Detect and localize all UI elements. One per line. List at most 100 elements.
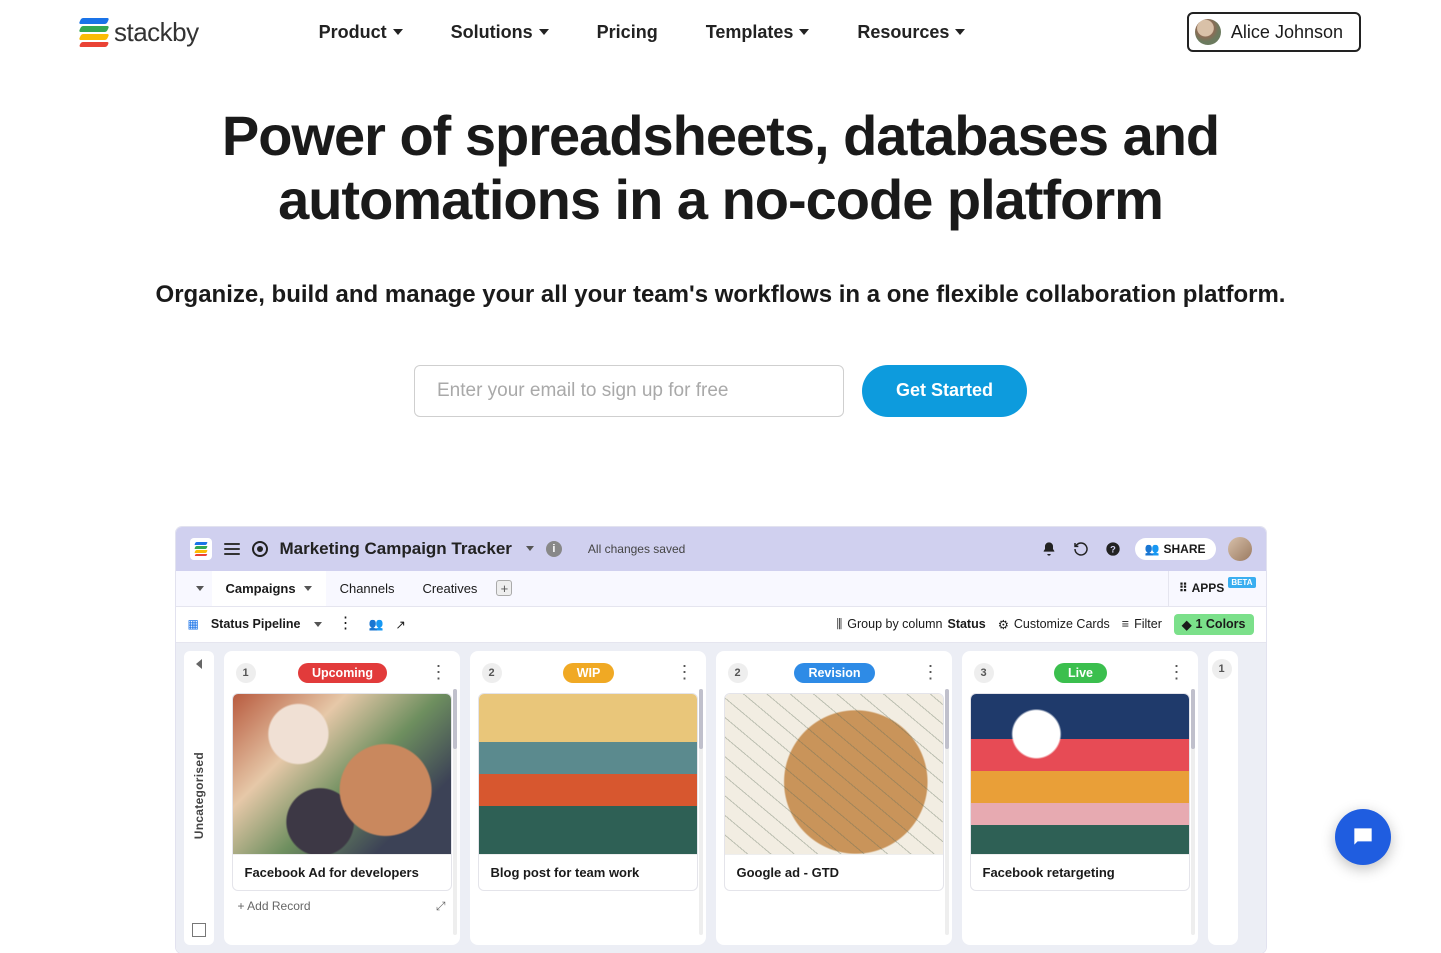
chevron-down-icon <box>955 29 965 35</box>
card-title: Facebook retargeting <box>971 854 1189 890</box>
add-tab-button[interactable]: + <box>491 571 517 606</box>
kanban-card[interactable]: Google ad - GTD <box>724 693 944 891</box>
more-icon[interactable]: ⋮ <box>1167 668 1185 677</box>
kanban-column: 2 WIP ⋮ Blog post for team work <box>470 651 706 945</box>
user-menu-button[interactable]: Alice Johnson <box>1187 12 1361 52</box>
expand-icon[interactable]: ⤢ <box>436 899 446 914</box>
nav-templates[interactable]: Templates <box>706 22 810 43</box>
colors-button[interactable]: ◆ 1 Colors <box>1174 614 1254 635</box>
kanban-card[interactable]: Blog post for team work <box>478 693 698 891</box>
add-record-button[interactable]: + Add Record <box>238 899 311 913</box>
svg-text:?: ? <box>1110 544 1116 554</box>
nav-product[interactable]: Product <box>319 22 403 43</box>
help-icon[interactable]: ? <box>1103 539 1123 559</box>
kanban-card[interactable]: Facebook retargeting <box>970 693 1190 891</box>
save-status: All changes saved <box>588 542 685 556</box>
share-view-icon[interactable]: ↗ <box>395 617 405 632</box>
sheet-tabs: CampaignsChannelsCreatives + ⠿ APPS BETA <box>176 571 1266 607</box>
hero: Power of spreadsheets, databases and aut… <box>0 64 1441 457</box>
share-label: SHARE <box>1163 542 1205 556</box>
collaborators-icon[interactable]: 👥 <box>368 617 383 631</box>
people-icon: 👥 <box>1145 542 1160 556</box>
app-preview: Marketing Campaign Tracker i All changes… <box>176 527 1266 953</box>
nav-pricing[interactable]: Pricing <box>597 22 658 43</box>
chevron-down-icon <box>539 29 549 35</box>
kanban-card[interactable]: Facebook Ad for developers <box>232 693 452 891</box>
kanban-column: 1Upcoming⋮Facebook Ad for developers+ Ad… <box>224 651 460 945</box>
brand-name: stackby <box>114 17 199 48</box>
view-toolbar: ▦ Status Pipeline ⋮ 👥 ↗ ⫼ Group by colum… <box>176 607 1266 643</box>
groupby-col: Status <box>947 617 985 631</box>
user-name: Alice Johnson <box>1231 22 1343 43</box>
kanban-column[interactable]: 1 <box>1208 651 1238 945</box>
share-button[interactable]: 👥 SHARE <box>1135 538 1216 560</box>
fullscreen-icon[interactable] <box>192 923 206 937</box>
nav-resources[interactable]: Resources <box>857 22 965 43</box>
get-started-button[interactable]: Get Started <box>862 365 1027 417</box>
nav-solutions[interactable]: Solutions <box>451 22 549 43</box>
filter-icon: ≡ <box>1122 617 1129 631</box>
tab-campaigns[interactable]: Campaigns <box>212 571 326 606</box>
hero-title: Power of spreadsheets, databases and aut… <box>171 104 1271 233</box>
menu-icon[interactable] <box>224 543 240 555</box>
bell-icon[interactable] <box>1039 539 1059 559</box>
tab-creatives[interactable]: Creatives <box>409 571 492 606</box>
side-label: Uncategorised <box>192 752 206 839</box>
groupby-prefix: Group by column <box>847 617 942 631</box>
status-badge: Revision <box>794 663 874 683</box>
app-logo-icon[interactable] <box>190 538 212 560</box>
focus-icon[interactable] <box>252 541 268 557</box>
apps-button[interactable]: ⠿ APPS BETA <box>1168 571 1266 606</box>
avatar <box>1195 19 1221 45</box>
scrollbar[interactable] <box>1191 689 1195 935</box>
more-icon[interactable]: ⋮ <box>921 668 939 677</box>
column-count: 3 <box>974 663 994 683</box>
chevron-down-icon[interactable] <box>314 622 322 627</box>
view-name[interactable]: Status Pipeline <box>211 617 301 631</box>
more-icon[interactable]: ⋮ <box>334 616 356 632</box>
scrollbar[interactable] <box>945 689 949 935</box>
card-title: Facebook Ad for developers <box>233 854 451 890</box>
card-thumbnail <box>479 694 697 854</box>
email-input[interactable] <box>414 365 844 417</box>
column-count: 2 <box>728 663 748 683</box>
paint-icon: ◆ <box>1182 617 1192 632</box>
scrollbar[interactable] <box>699 689 703 935</box>
expand-tabs-icon[interactable] <box>186 571 212 606</box>
beta-badge: BETA <box>1228 577 1255 588</box>
customize-button[interactable]: ⚙ Customize Cards <box>998 617 1110 632</box>
app-avatar[interactable] <box>1228 537 1252 561</box>
uncategorised-column[interactable]: Uncategorised <box>184 651 214 945</box>
card-thumbnail <box>233 694 451 854</box>
card-thumbnail <box>725 694 943 854</box>
chevron-down-icon <box>393 29 403 35</box>
kanban-column: 3 Live ⋮ Facebook retargeting <box>962 651 1198 945</box>
brand-logo[interactable]: stackby <box>80 17 199 48</box>
card-title: Blog post for team work <box>479 854 697 890</box>
filter-button[interactable]: ≡ Filter <box>1122 617 1162 631</box>
status-badge: WIP <box>563 663 615 683</box>
more-icon[interactable]: ⋮ <box>429 668 447 677</box>
groupby-button[interactable]: ⫼ Group by column Status <box>837 617 986 632</box>
info-icon[interactable]: i <box>546 541 562 557</box>
more-icon[interactable]: ⋮ <box>675 668 693 677</box>
logo-icon <box>80 18 108 46</box>
apps-icon: ⠿ <box>1179 581 1188 595</box>
tab-channels[interactable]: Channels <box>326 571 409 606</box>
chevron-down-icon <box>799 29 809 35</box>
apps-label: APPS <box>1192 581 1225 595</box>
status-badge: Live <box>1054 663 1107 683</box>
workspace-title[interactable]: Marketing Campaign Tracker <box>280 539 512 559</box>
chat-icon <box>1350 824 1376 850</box>
chevron-down-icon <box>304 586 312 591</box>
hero-subtitle: Organize, build and manage your all your… <box>121 281 1321 309</box>
nav-links: Product Solutions Pricing Templates Resource… <box>319 22 1187 43</box>
chevron-down-icon[interactable] <box>526 546 534 551</box>
scrollbar[interactable] <box>453 689 457 935</box>
kanban-board: Uncategorised 1Upcoming⋮Facebook Ad for … <box>176 643 1266 953</box>
app-titlebar: Marketing Campaign Tracker i All changes… <box>176 527 1266 571</box>
history-icon[interactable] <box>1071 539 1091 559</box>
chat-widget-button[interactable] <box>1335 809 1391 865</box>
chevron-left-icon <box>196 659 202 669</box>
column-count: 2 <box>482 663 502 683</box>
